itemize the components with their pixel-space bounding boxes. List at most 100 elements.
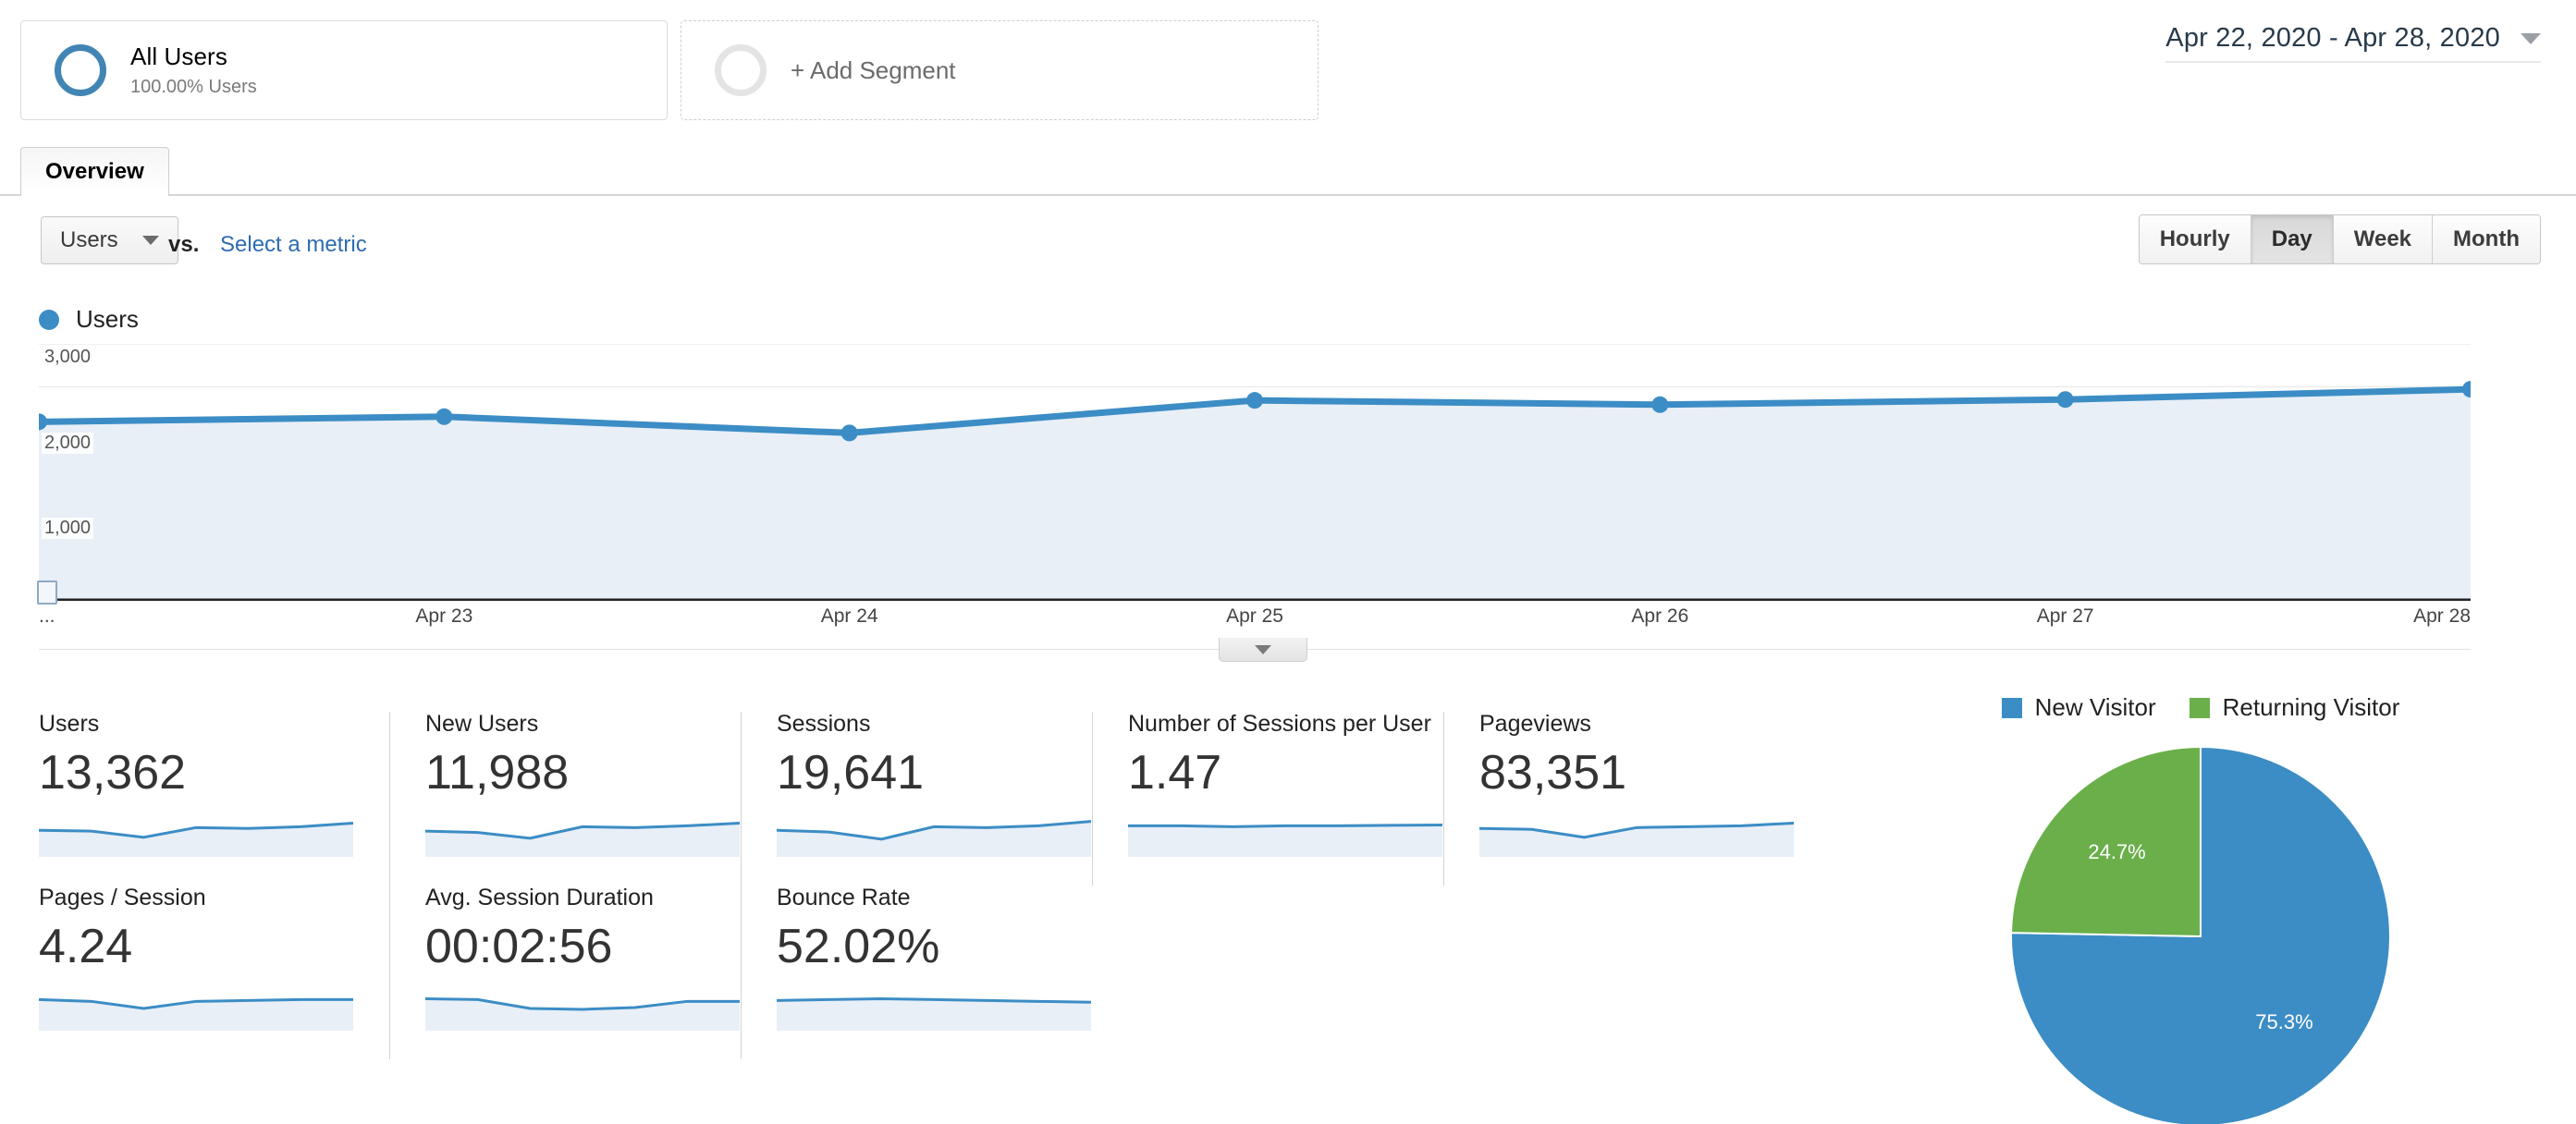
segment-card-text: All Users 100.00% Users — [130, 43, 257, 98]
date-range-text: Apr 22, 2020 - Apr 28, 2020 — [2165, 23, 2500, 53]
select-a-metric-link[interactable]: Select a metric — [220, 232, 367, 258]
metric-label: Sessions — [777, 711, 871, 737]
sparkline-svg — [425, 821, 740, 857]
tab-overview[interactable]: Overview — [20, 147, 169, 196]
pie-legend-label: New Visitor — [2034, 693, 2156, 721]
add-segment-button[interactable]: + Add Segment — [681, 20, 1319, 120]
metric-value: 00:02:56 — [425, 919, 613, 973]
chevron-down-icon — [1255, 644, 1271, 654]
pie-legend-label: Returning Visitor — [2222, 693, 2400, 721]
sparkline-svg — [1128, 823, 1442, 857]
chart-collapse-handle[interactable] — [1219, 638, 1307, 662]
metric-value: 19,641 — [777, 745, 925, 800]
legend-swatch-icon — [2001, 697, 2022, 718]
segment-card-all-users[interactable]: All Users 100.00% Users — [20, 20, 668, 120]
x-axis-tick: Apr 24 — [820, 605, 878, 627]
legend-swatch-icon — [2189, 697, 2210, 718]
metric-select-value: Users — [60, 227, 118, 252]
line-chart-svg — [39, 344, 2471, 601]
metric-card[interactable]: Bounce Rate 52.02% — [742, 885, 1093, 1059]
annotation-icon[interactable] — [37, 580, 57, 605]
chart-controls: Users vs. Select a metric Hourly Day Wee… — [0, 211, 2576, 288]
analytics-audience-overview-page: All Users 100.00% Users + Add Segment Ap… — [0, 0, 2576, 1124]
pie-chart-svg: 75.3% 24.7% — [2010, 745, 2391, 1124]
metric-card[interactable]: Number of Sessions per User 1.47 — [1093, 711, 1444, 886]
x-axis-tick: Apr 25 — [1226, 605, 1283, 627]
metric-label: Users — [39, 711, 100, 737]
pie-slice-label: 75.3% — [2255, 1010, 2312, 1033]
metric-label: New Users — [425, 711, 539, 737]
granularity-month-button[interactable]: Month — [2433, 215, 2540, 263]
metric-select-dropdown[interactable]: Users — [41, 216, 178, 264]
granularity-day-button[interactable]: Day — [2251, 215, 2334, 263]
metric-value: 1.47 — [1128, 745, 1222, 800]
metric-sparkline — [425, 986, 740, 1031]
metric-value: 83,351 — [1479, 745, 1627, 800]
metric-cards: Users 13,362 New Users 11,988 Sessions 19,641… — [39, 711, 1796, 1059]
pie-legend-item-returning-visitor[interactable]: Returning Visitor — [2189, 693, 2400, 722]
sparkline-svg — [39, 821, 353, 857]
granularity-week-button[interactable]: Week — [2333, 215, 2434, 263]
metric-card[interactable]: Sessions 19,641 — [742, 711, 1093, 886]
metric-card[interactable]: Pages / Session 4.24 — [39, 885, 390, 1059]
segment-bar: All Users 100.00% Users + Add Segment Ap… — [0, 0, 2576, 148]
users-over-time-chart[interactable]: 3,000 2,000 1,000 — [39, 344, 2471, 601]
date-range-picker[interactable]: Apr 22, 2020 - Apr 28, 2020 — [2165, 23, 2541, 63]
pie-slice-label: 24.7% — [2088, 840, 2145, 863]
sparkline-svg — [425, 996, 740, 1031]
metric-label: Pages / Session — [39, 885, 206, 910]
metric-value: 11,988 — [425, 745, 570, 800]
pie-chart[interactable]: 75.3% 24.7% — [1868, 742, 2533, 1124]
ring-icon — [55, 44, 106, 96]
chart-legend: Users — [39, 305, 139, 334]
granularity-hourly-button[interactable]: Hourly — [2139, 215, 2251, 263]
metric-sparkline — [1479, 812, 1794, 857]
metric-row: Pages / Session 4.24 Avg. Session Duration… — [39, 885, 1796, 1059]
metric-row: Users 13,362 New Users 11,988 Sessions 19,641… — [39, 711, 1796, 886]
metric-value: 13,362 — [39, 745, 187, 800]
metric-sparkline — [1128, 812, 1442, 857]
sparkline-svg — [39, 997, 353, 1031]
metric-label: Avg. Session Duration — [425, 885, 654, 910]
add-segment-label: + Add Segment — [791, 55, 956, 84]
segment-subtitle: 100.00% Users — [130, 77, 257, 98]
y-axis-label: 1,000 — [42, 518, 94, 540]
sparkline-svg — [777, 996, 1091, 1031]
chart-legend-label: Users — [76, 305, 139, 333]
metric-sparkline — [425, 812, 740, 857]
sparkline-svg — [1479, 821, 1794, 857]
x-axis-tick: Apr 28 — [2413, 605, 2471, 627]
x-axis-tick: ... — [39, 605, 55, 627]
metric-label: Number of Sessions per User — [1128, 711, 1431, 737]
chevron-down-icon — [141, 236, 159, 245]
metric-label: Pageviews — [1479, 711, 1591, 737]
legend-dot-icon — [39, 309, 59, 330]
x-axis-tick: Apr 26 — [1631, 605, 1689, 627]
metric-card[interactable]: Avg. Session Duration 00:02:56 — [390, 885, 742, 1059]
metric-label: Bounce Rate — [777, 885, 911, 910]
pie-legend-item-new-visitor[interactable]: New Visitor — [2001, 693, 2156, 722]
x-axis-tick: Apr 23 — [415, 605, 473, 627]
metric-card[interactable]: Users 13,362 — [39, 711, 390, 886]
y-axis-label: 3,000 — [42, 347, 94, 368]
vs-label: vs. — [168, 232, 200, 257]
chevron-down-icon — [2521, 32, 2541, 44]
metric-card[interactable]: Pageviews 83,351 — [1444, 711, 1796, 886]
x-axis: ... Apr 23 Apr 24 Apr 25 Apr 26 Apr 27 Apr 28 — [39, 605, 2471, 639]
metric-sparkline — [39, 986, 354, 1031]
pie-legend: New Visitor Returning Visitor — [1868, 693, 2533, 722]
tab-strip-divider — [0, 194, 2576, 196]
tab-strip: Overview — [0, 147, 2576, 196]
segment-title: All Users — [130, 42, 227, 70]
x-axis-tick: Apr 27 — [2036, 605, 2094, 627]
metric-value: 52.02% — [777, 919, 940, 973]
y-axis-label: 2,000 — [42, 432, 94, 454]
sparkline-svg — [777, 819, 1091, 857]
new-vs-returning-pie-block: New Visitor Returning Visitor 75.3% 24.7% — [1868, 693, 2533, 1124]
granularity-button-group: Hourly Day Week Month — [2138, 214, 2541, 264]
ring-icon — [715, 44, 767, 96]
metric-sparkline — [39, 812, 354, 857]
metric-card[interactable]: New Users 11,988 — [390, 711, 742, 886]
metric-sparkline — [777, 812, 1091, 857]
metric-value: 4.24 — [39, 919, 133, 973]
